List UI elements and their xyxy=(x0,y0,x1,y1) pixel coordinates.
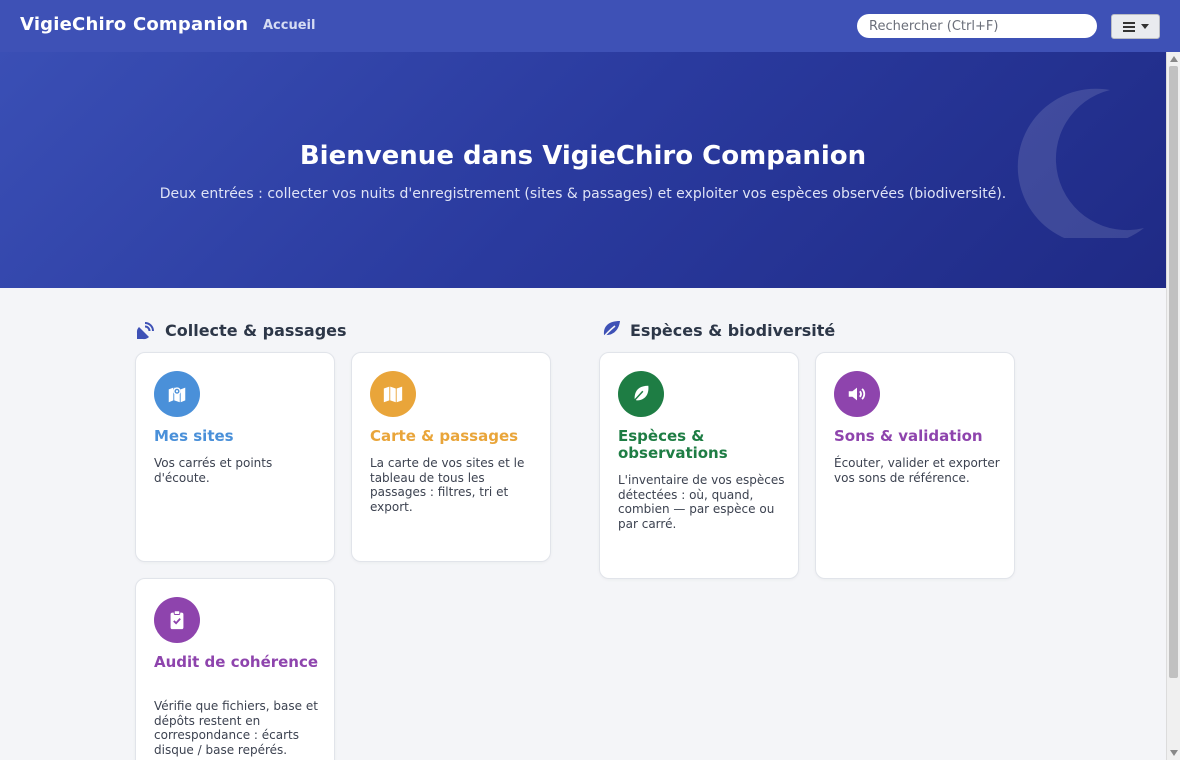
volume-icon xyxy=(834,371,880,417)
hero-banner: Bienvenue dans VigieChiro Companion Deux… xyxy=(0,52,1166,288)
brand-title[interactable]: VigieChiro Companion xyxy=(20,14,248,35)
map-icon xyxy=(370,371,416,417)
menu-dropdown-button[interactable] xyxy=(1111,14,1160,39)
map-marker-icon xyxy=(154,371,200,417)
card-description: Vérifie que fichiers, base et dépôts res… xyxy=(154,699,318,757)
card-audit-coherence[interactable]: Audit de cohérence Vérifie que fichiers,… xyxy=(135,578,335,760)
card-especes-observations[interactable]: Espèces & observations L'inventaire de v… xyxy=(599,352,799,579)
vertical-scrollbar[interactable] xyxy=(1166,52,1180,760)
card-carte-passages[interactable]: Carte & passages La carte de vos sites e… xyxy=(351,352,551,562)
card-description: L'inventaire de vos espèces détectées : … xyxy=(618,473,785,531)
card-title: Mes sites xyxy=(154,427,234,445)
card-description: Écouter, valider et exporter vos sons de… xyxy=(834,456,1000,485)
card-sons-validation[interactable]: Sons & validation Écouter, valider et ex… xyxy=(815,352,1015,579)
nav-link-accueil[interactable]: Accueil xyxy=(263,18,315,33)
section-title-especes-label: Espèces & biodiversité xyxy=(630,320,836,340)
scroll-down-icon[interactable] xyxy=(1170,750,1178,756)
scrollbar-thumb[interactable] xyxy=(1169,66,1178,678)
card-title: Espèces & observations xyxy=(618,427,728,462)
card-title: Sons & validation xyxy=(834,427,983,445)
feather-icon xyxy=(618,371,664,417)
section-title-collecte: Collecte & passages xyxy=(136,320,347,340)
card-title: Carte & passages xyxy=(370,427,519,445)
leaf-icon xyxy=(601,321,620,340)
scroll-up-icon[interactable] xyxy=(1170,56,1178,62)
section-title-especes: Espèces & biodiversité xyxy=(601,320,835,340)
hero-title: Bienvenue dans VigieChiro Companion xyxy=(299,141,867,171)
clipboard-check-icon xyxy=(154,597,200,643)
section-title-collecte-label: Collecte & passages xyxy=(165,320,347,340)
card-description: La carte de vos sites et le tableau de t… xyxy=(370,456,525,514)
top-navbar: VigieChiro Companion Accueil xyxy=(0,0,1180,52)
hero-subtitle: Deux entrées : collecter vos nuits d'enr… xyxy=(159,186,1007,202)
satellite-dish-icon xyxy=(136,322,154,340)
card-title: Audit de cohérence xyxy=(154,653,319,671)
hamburger-icon xyxy=(1122,21,1135,32)
card-mes-sites[interactable]: Mes sites Vos carrés et points d'écoute. xyxy=(135,352,335,562)
search-input[interactable] xyxy=(857,14,1097,38)
card-description: Vos carrés et points d'écoute. xyxy=(154,456,273,485)
caret-down-icon xyxy=(1140,24,1149,29)
